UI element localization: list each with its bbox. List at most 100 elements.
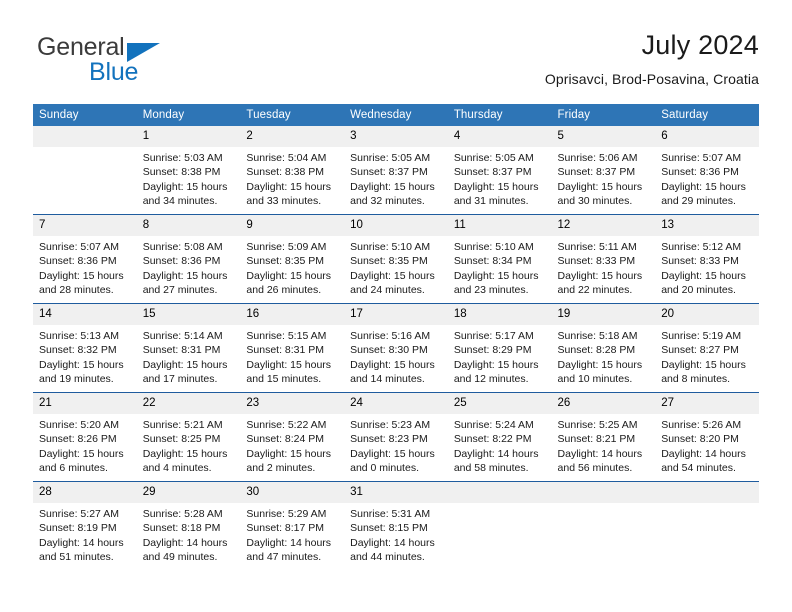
sunset-text: Sunset: 8:36 PM — [142, 255, 221, 268]
day-number: 19 — [551, 304, 656, 325]
calendar-day-cell[interactable]: 17 Sunrise: 5:16 AM Sunset: 8:30 PM Dayligh… — [344, 303, 448, 393]
day-number: 22 — [136, 393, 241, 414]
daylight-text-line2: and 44 minutes. — [350, 551, 425, 564]
daylight-text-line2: and 56 minutes. — [557, 462, 633, 475]
day-number: 18 — [447, 304, 552, 325]
daylight-text-line1: Daylight: 14 hours — [246, 536, 332, 549]
day-number: 27 — [655, 393, 759, 414]
daylight-text-line1: Daylight: 15 hours — [661, 180, 746, 193]
calendar-day-cell[interactable]: 29 Sunrise: 5:28 AM Sunset: 8:18 PM Dayligh… — [136, 481, 241, 570]
day-number: 4 — [447, 126, 552, 147]
daylight-text-line1: Daylight: 15 hours — [453, 180, 539, 193]
day-cell-inner: 12 Sunrise: 5:11 AM Sunset: 8:33 PM Dayligh… — [551, 215, 656, 303]
calendar-day-cell[interactable]: 10 Sunrise: 5:10 AM Sunset: 8:35 PM Dayligh… — [344, 214, 448, 304]
daylight-text-line2: and 32 minutes. — [350, 195, 425, 208]
calendar-day-cell[interactable]: 14 Sunrise: 5:13 AM Sunset: 8:32 PM Dayligh… — [33, 303, 137, 393]
sunset-text: Sunset: 8:33 PM — [557, 255, 636, 268]
day-details: Sunrise: 5:13 AM Sunset: 8:32 PM Daylight:… — [33, 325, 137, 387]
calendar-day-cell[interactable]: 9 Sunrise: 5:09 AM Sunset: 8:35 PM Daylight… — [240, 214, 345, 304]
calendar-table: Sunday Monday Tuesday Wednesday Thursday… — [33, 104, 759, 570]
day-number: 13 — [655, 215, 759, 236]
day-cell-inner: 4 Sunrise: 5:05 AM Sunset: 8:37 PM Daylight… — [447, 126, 552, 214]
calendar-day-cell[interactable]: 5 Sunrise: 5:06 AM Sunset: 8:37 PM Daylight… — [551, 126, 656, 215]
calendar-day-cell[interactable]: 18 Sunrise: 5:17 AM Sunset: 8:29 PM Dayligh… — [447, 303, 552, 393]
day-details: Sunrise: 5:05 AM Sunset: 8:37 PM Daylight:… — [448, 147, 552, 209]
day-cell-inner: 20 Sunrise: 5:19 AM Sunset: 8:27 PM Dayligh… — [655, 304, 759, 392]
sunset-text: Sunset: 8:25 PM — [142, 433, 221, 446]
day-details: Sunrise: 5:16 AM Sunset: 8:30 PM Daylight:… — [344, 325, 448, 387]
daylight-text-line1: Daylight: 14 hours — [661, 447, 746, 460]
calendar-day-cell[interactable]: 22 Sunrise: 5:21 AM Sunset: 8:25 PM Dayligh… — [136, 392, 241, 482]
day-cell-inner: 2 Sunrise: 5:04 AM Sunset: 8:38 PM Daylight… — [240, 126, 345, 214]
sunset-text: Sunset: 8:37 PM — [557, 166, 636, 179]
weekday-header-tuesday: Tuesday — [240, 104, 345, 126]
sunrise-text: Sunrise: 5:29 AM — [246, 508, 327, 520]
calendar-day-cell[interactable]: 12 Sunrise: 5:11 AM Sunset: 8:33 PM Dayligh… — [551, 214, 656, 304]
daylight-text-line1: Daylight: 15 hours — [246, 447, 332, 460]
sunrise-text: Sunrise: 5:24 AM — [453, 419, 534, 431]
calendar-day-cell[interactable]: 16 Sunrise: 5:15 AM Sunset: 8:31 PM Dayligh… — [240, 303, 345, 393]
day-cell-inner: 17 Sunrise: 5:16 AM Sunset: 8:30 PM Dayligh… — [344, 304, 448, 392]
calendar-day-cell[interactable]: 23 Sunrise: 5:22 AM Sunset: 8:24 PM Dayligh… — [240, 392, 345, 482]
day-details: Sunrise: 5:11 AM Sunset: 8:33 PM Daylight:… — [552, 236, 656, 298]
sunset-text: Sunset: 8:35 PM — [350, 255, 428, 268]
calendar-day-cell[interactable]: 19 Sunrise: 5:18 AM Sunset: 8:28 PM Dayligh… — [551, 303, 656, 393]
day-number: 15 — [136, 304, 241, 325]
day-details: Sunrise: 5:31 AM Sunset: 8:15 PM Daylight:… — [344, 503, 448, 565]
calendar-day-cell[interactable]: 13 Sunrise: 5:12 AM Sunset: 8:33 PM Dayligh… — [655, 214, 759, 304]
sunrise-text: Sunrise: 5:12 AM — [661, 241, 742, 253]
daylight-text-line1: Daylight: 15 hours — [350, 447, 435, 460]
sunset-text: Sunset: 8:23 PM — [350, 433, 428, 446]
calendar-week-row: 7 Sunrise: 5:07 AM Sunset: 8:36 PM Daylight… — [33, 214, 759, 304]
calendar-day-cell[interactable]: 24 Sunrise: 5:23 AM Sunset: 8:23 PM Dayligh… — [344, 392, 448, 482]
day-details: Sunrise: 5:22 AM Sunset: 8:24 PM Daylight:… — [240, 414, 344, 476]
calendar-day-cell[interactable]: 28 Sunrise: 5:27 AM Sunset: 8:19 PM Dayligh… — [33, 481, 137, 570]
daylight-text-line1: Daylight: 15 hours — [661, 269, 746, 282]
day-cell-inner: 15 Sunrise: 5:14 AM Sunset: 8:31 PM Dayligh… — [136, 304, 241, 392]
calendar-empty-cell — [33, 126, 137, 215]
weekday-header-thursday: Thursday — [447, 104, 552, 126]
calendar-day-cell[interactable]: 25 Sunrise: 5:24 AM Sunset: 8:22 PM Dayligh… — [447, 392, 552, 482]
day-cell-inner: 6 Sunrise: 5:07 AM Sunset: 8:36 PM Daylight… — [655, 126, 759, 214]
calendar-day-cell[interactable]: 8 Sunrise: 5:08 AM Sunset: 8:36 PM Daylight… — [136, 214, 241, 304]
page-title: July 2024 — [641, 30, 759, 60]
calendar-day-cell[interactable]: 21 Sunrise: 5:20 AM Sunset: 8:26 PM Dayligh… — [33, 392, 137, 482]
calendar-day-cell[interactable]: 2 Sunrise: 5:04 AM Sunset: 8:38 PM Daylight… — [240, 126, 345, 215]
daylight-text-line2: and 20 minutes. — [661, 284, 736, 297]
daylight-text-line1: Daylight: 15 hours — [142, 180, 228, 193]
day-details: Sunrise: 5:14 AM Sunset: 8:31 PM Daylight:… — [137, 325, 241, 387]
calendar-day-cell[interactable]: 11 Sunrise: 5:10 AM Sunset: 8:34 PM Dayligh… — [447, 214, 552, 304]
sunset-text: Sunset: 8:17 PM — [246, 522, 325, 535]
calendar-day-cell[interactable]: 30 Sunrise: 5:29 AM Sunset: 8:17 PM Dayligh… — [240, 481, 345, 570]
calendar-day-cell[interactable]: 20 Sunrise: 5:19 AM Sunset: 8:27 PM Dayligh… — [655, 303, 759, 393]
calendar-day-cell[interactable]: 7 Sunrise: 5:07 AM Sunset: 8:36 PM Daylight… — [33, 214, 137, 304]
calendar-day-cell[interactable]: 6 Sunrise: 5:07 AM Sunset: 8:36 PM Daylight… — [655, 126, 759, 215]
day-cell-inner: 10 Sunrise: 5:10 AM Sunset: 8:35 PM Dayligh… — [344, 215, 448, 303]
sunset-text: Sunset: 8:22 PM — [453, 433, 532, 446]
page-header: General Blue July 2024 Oprisavci, Brod-P… — [33, 28, 759, 94]
sunset-text: Sunset: 8:35 PM — [246, 255, 325, 268]
day-details: Sunrise: 5:27 AM Sunset: 8:19 PM Daylight:… — [33, 503, 137, 565]
calendar-day-cell[interactable]: 15 Sunrise: 5:14 AM Sunset: 8:31 PM Dayligh… — [136, 303, 241, 393]
calendar-week-row: 21 Sunrise: 5:20 AM Sunset: 8:26 PM Dayligh… — [33, 392, 759, 482]
day-number: 24 — [344, 393, 448, 414]
general-blue-logo[interactable]: General Blue — [33, 34, 263, 92]
daylight-text-line2: and 23 minutes. — [453, 284, 529, 297]
day-number: 3 — [344, 126, 448, 147]
daylight-text-line1: Daylight: 14 hours — [453, 447, 539, 460]
calendar-day-cell[interactable]: 31 Sunrise: 5:31 AM Sunset: 8:15 PM Dayligh… — [344, 481, 448, 570]
day-cell-inner: 14 Sunrise: 5:13 AM Sunset: 8:32 PM Dayligh… — [33, 304, 137, 392]
daylight-text-line2: and 28 minutes. — [39, 284, 114, 297]
day-number: 21 — [33, 393, 137, 414]
daylight-text-line2: and 27 minutes. — [142, 284, 218, 297]
calendar-day-cell[interactable]: 1 Sunrise: 5:03 AM Sunset: 8:38 PM Daylight… — [136, 126, 241, 215]
calendar-day-cell[interactable]: 3 Sunrise: 5:05 AM Sunset: 8:37 PM Daylight… — [344, 126, 448, 215]
day-details: Sunrise: 5:05 AM Sunset: 8:37 PM Daylight:… — [344, 147, 448, 209]
calendar-day-cell[interactable]: 4 Sunrise: 5:05 AM Sunset: 8:37 PM Daylight… — [447, 126, 552, 215]
day-cell-inner: 28 Sunrise: 5:27 AM Sunset: 8:19 PM Dayligh… — [33, 482, 137, 570]
weekday-header-saturday: Saturday — [655, 104, 759, 126]
calendar-week-row: 28 Sunrise: 5:27 AM Sunset: 8:19 PM Dayligh… — [33, 481, 759, 570]
calendar-day-cell[interactable]: 26 Sunrise: 5:25 AM Sunset: 8:21 PM Dayligh… — [551, 392, 656, 482]
calendar-day-cell[interactable]: 27 Sunrise: 5:26 AM Sunset: 8:20 PM Dayligh… — [655, 392, 759, 482]
sunrise-text: Sunrise: 5:27 AM — [39, 508, 119, 520]
